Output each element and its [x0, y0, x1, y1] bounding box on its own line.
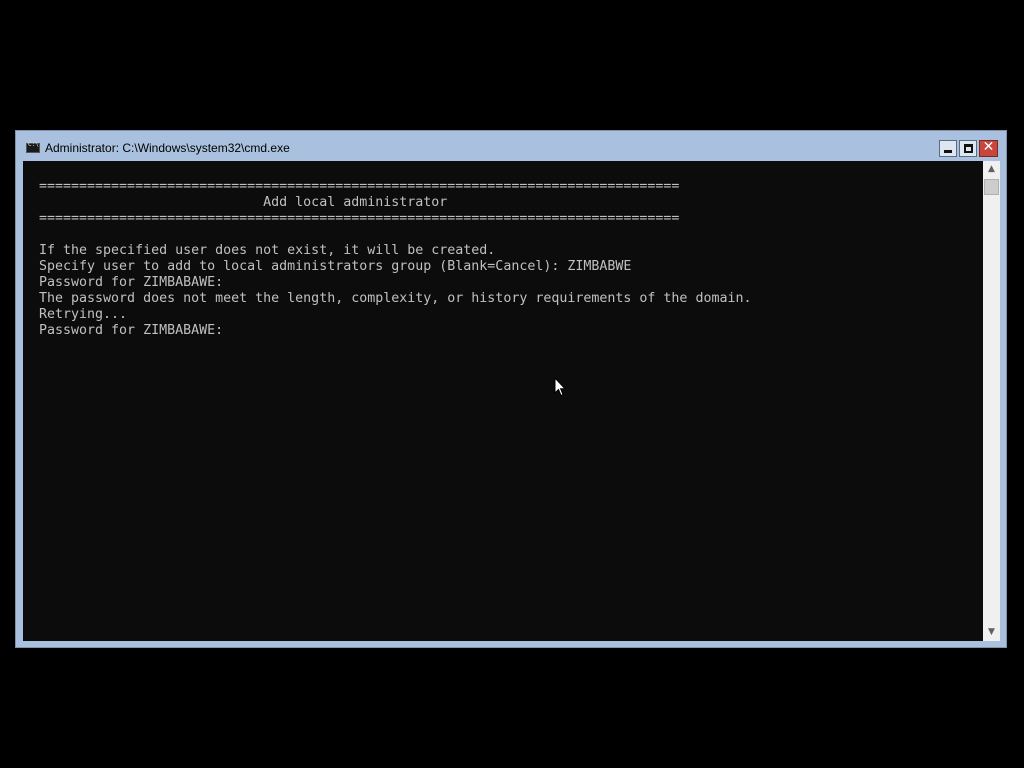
- console-area[interactable]: ========================================…: [23, 161, 983, 641]
- maximize-icon: [964, 144, 973, 153]
- console-line: Add local administrator: [39, 195, 448, 210]
- scroll-up-icon[interactable]: ▲: [983, 161, 1000, 178]
- scroll-thumb[interactable]: [984, 179, 999, 195]
- desktop: Administrator: C:\Windows\system32\cmd.e…: [0, 0, 1024, 768]
- window-title: Administrator: C:\Windows\system32\cmd.e…: [45, 141, 290, 155]
- console-line: ========================================…: [39, 179, 680, 194]
- title-bar[interactable]: Administrator: C:\Windows\system32\cmd.e…: [16, 131, 1006, 161]
- close-button[interactable]: ✕: [979, 139, 998, 157]
- console-line: Password for ZIMBABAWE:: [39, 323, 224, 338]
- vertical-scrollbar[interactable]: ▲ ▼: [983, 161, 1000, 641]
- maximize-button[interactable]: [959, 140, 977, 157]
- mouse-pointer-icon: [554, 377, 566, 397]
- cmd-window[interactable]: Administrator: C:\Windows\system32\cmd.e…: [15, 130, 1007, 648]
- console-output: ========================================…: [39, 179, 751, 339]
- console-line: If the specified user does not exist, it…: [39, 243, 496, 258]
- console-line: Retrying...: [39, 307, 128, 322]
- console-line: ========================================…: [39, 211, 680, 226]
- console-line: Password for ZIMBABAWE:: [39, 275, 224, 290]
- minimize-button[interactable]: [939, 140, 957, 157]
- cmd-app-icon[interactable]: [26, 141, 40, 153]
- close-icon: ✕: [982, 139, 995, 155]
- scroll-down-icon[interactable]: ▼: [983, 624, 1000, 641]
- minimize-icon: [944, 150, 952, 153]
- console-line: Specify user to add to local administrat…: [39, 259, 632, 274]
- console-line: The password does not meet the length, c…: [39, 291, 752, 306]
